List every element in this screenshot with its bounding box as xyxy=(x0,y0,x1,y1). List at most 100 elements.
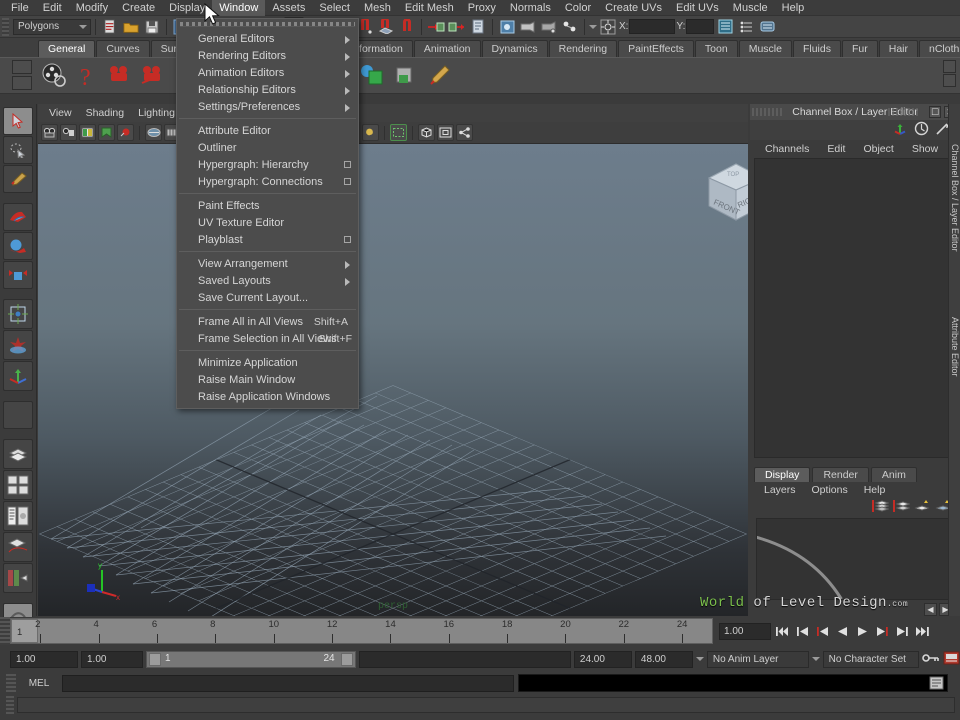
menu-help[interactable]: Help xyxy=(775,0,812,16)
share-graph-icon[interactable] xyxy=(456,124,473,141)
image-plane-icon[interactable] xyxy=(117,124,134,141)
shelf-tab-ncloth[interactable]: nCloth xyxy=(919,40,960,57)
menu-set-selector[interactable]: Polygons xyxy=(13,18,91,35)
animation-start-time-field[interactable] xyxy=(10,650,78,668)
menu-modify[interactable]: Modify xyxy=(69,0,115,16)
menu-item-general-editors[interactable]: General Editors xyxy=(177,30,358,47)
new-layer-icon[interactable] xyxy=(872,499,890,517)
shelf-tab-general[interactable]: General xyxy=(38,40,96,57)
four-pane-layout[interactable] xyxy=(3,470,33,500)
anim-layer-selector[interactable]: No Anim Layer xyxy=(706,650,809,668)
menu-item-playblast[interactable]: Playblast xyxy=(177,231,358,248)
show-manipulator-icon[interactable] xyxy=(598,17,618,36)
shelf-tab-hair[interactable]: Hair xyxy=(878,40,918,57)
menu-item-settings-preferences[interactable]: Settings/Preferences xyxy=(177,98,358,115)
script-editor-icon[interactable] xyxy=(929,676,944,693)
menu-proxy[interactable]: Proxy xyxy=(461,0,503,16)
viewport-menu-view[interactable]: View xyxy=(42,104,79,122)
view-cube[interactable]: FRONT RIGHT TOP xyxy=(699,156,748,228)
menu-muscle[interactable]: Muscle xyxy=(726,0,775,16)
bookmark-icon[interactable] xyxy=(98,124,115,141)
two-sided-lighting-icon[interactable] xyxy=(145,124,162,141)
range-end-time-field[interactable] xyxy=(573,650,632,668)
show-manipulator-tool[interactable] xyxy=(3,361,33,391)
character-set-chevron-down-icon[interactable] xyxy=(811,657,820,661)
paint-select-tool[interactable] xyxy=(3,165,33,193)
menu-item-minimize-application[interactable]: Minimize Application xyxy=(177,354,358,371)
render-settings-icon[interactable] xyxy=(539,17,559,36)
option-box-icon[interactable] xyxy=(344,236,351,243)
x-coordinate-input[interactable] xyxy=(629,19,676,34)
menu-display[interactable]: Display xyxy=(162,0,212,16)
shelf-scroll-down-icon[interactable] xyxy=(943,74,956,87)
step-back-frame-icon[interactable] xyxy=(814,623,831,640)
range-slider-right-handle[interactable] xyxy=(340,652,353,666)
soft-modification-tool[interactable] xyxy=(3,330,33,360)
menu-item-animation-editors[interactable]: Animation Editors xyxy=(177,64,358,81)
auto-key-icon[interactable] xyxy=(922,652,940,667)
output-connections-icon[interactable] xyxy=(447,17,467,36)
construction-history-icon[interactable] xyxy=(468,17,488,36)
universal-manipulator-tool[interactable] xyxy=(3,299,33,329)
layer-tab-display[interactable]: Display xyxy=(754,467,811,482)
tool-settings-toggle-icon[interactable] xyxy=(757,17,777,36)
menu-color[interactable]: Color xyxy=(558,0,598,16)
menu-item-rendering-editors[interactable]: Rendering Editors xyxy=(177,47,358,64)
last-tool-used[interactable] xyxy=(3,401,33,429)
range-slider[interactable]: 1 24 xyxy=(146,650,356,668)
channel-box-toggle-icon[interactable] xyxy=(715,17,735,36)
shelf-overflow-button[interactable] xyxy=(12,76,32,90)
camera-aim-icon[interactable] xyxy=(139,61,169,91)
play-forwards-icon[interactable] xyxy=(854,623,871,640)
shelf-tab-dynamics[interactable]: Dynamics xyxy=(481,40,548,57)
menu-item-attribute-editor[interactable]: Attribute Editor xyxy=(177,122,358,139)
prev-layer-arrow[interactable]: ◀ xyxy=(924,603,937,616)
grey-cube-icon[interactable] xyxy=(392,61,422,91)
menu-file[interactable]: File xyxy=(4,0,36,16)
menu-item-outliner[interactable]: Outliner xyxy=(177,139,358,156)
menu-edit-uvs[interactable]: Edit UVs xyxy=(669,0,726,16)
menu-assets[interactable]: Assets xyxy=(265,0,312,16)
command-language-label[interactable]: MEL xyxy=(20,678,58,689)
channel-box-content[interactable] xyxy=(754,158,956,458)
shelf-scroll-controls[interactable] xyxy=(943,60,956,87)
go-to-end-icon[interactable] xyxy=(914,623,931,640)
range-start-time-field[interactable] xyxy=(81,650,143,668)
select-tool[interactable] xyxy=(3,107,33,135)
paint-brush-icon[interactable] xyxy=(425,61,455,91)
menu-item-uv-texture-editor[interactable]: UV Texture Editor xyxy=(177,214,358,231)
render-region-icon[interactable] xyxy=(560,17,580,36)
range-slider-track-extension[interactable] xyxy=(358,650,571,668)
layer-menu-help[interactable]: Help xyxy=(856,484,894,496)
shelf-tab-toon[interactable]: Toon xyxy=(694,40,738,57)
anim-layer-chevron-down-icon[interactable] xyxy=(695,657,704,661)
shelf-scroll-up-icon[interactable] xyxy=(943,60,956,73)
time-slider-track[interactable]: 1 2 4 6 8 10 12 14 16 18 20 22 24 xyxy=(10,618,713,644)
rail-channel-box-label[interactable]: Channel Box / Layer Editor xyxy=(948,118,960,278)
rotate-tool[interactable] xyxy=(3,232,33,260)
play-backwards-icon[interactable] xyxy=(834,623,851,640)
current-time-indicator[interactable]: 1 xyxy=(11,619,38,643)
menu-item-raise-application-windows[interactable]: Raise Application Windows xyxy=(177,388,358,405)
menu-item-frame-selection-in-all-views[interactable]: Frame Selection in All Views Shift+F xyxy=(177,330,358,347)
camera-attributes-icon[interactable] xyxy=(79,124,96,141)
shelf-tab-fur[interactable]: Fur xyxy=(841,40,878,57)
select-camera-icon[interactable] xyxy=(41,124,58,141)
layer-tab-render[interactable]: Render xyxy=(812,467,869,482)
menu-create[interactable]: Create xyxy=(115,0,162,16)
channel-box-menu-edit[interactable]: Edit xyxy=(818,143,854,155)
step-forward-keyframe-icon[interactable] xyxy=(894,623,911,640)
input-connections-icon[interactable] xyxy=(426,17,446,36)
animation-preferences-icon[interactable] xyxy=(943,651,960,668)
menu-item-view-arrangement[interactable]: View Arrangement xyxy=(177,255,358,272)
menu-item-raise-main-window[interactable]: Raise Main Window xyxy=(177,371,358,388)
ipr-render-icon[interactable] xyxy=(518,17,538,36)
menu-item-saved-layouts[interactable]: Saved Layouts xyxy=(177,272,358,289)
menu-item-save-current-layout[interactable]: Save Current Layout... xyxy=(177,289,358,306)
layer-menu-options[interactable]: Options xyxy=(804,484,856,496)
snap-magnet-icon[interactable] xyxy=(397,17,417,36)
shelf-tab-muscle[interactable]: Muscle xyxy=(738,40,792,57)
new-layer-from-selected-icon[interactable] xyxy=(893,499,911,517)
tear-off-handle[interactable] xyxy=(180,22,355,27)
panel-drag-handle-right[interactable] xyxy=(888,108,918,116)
